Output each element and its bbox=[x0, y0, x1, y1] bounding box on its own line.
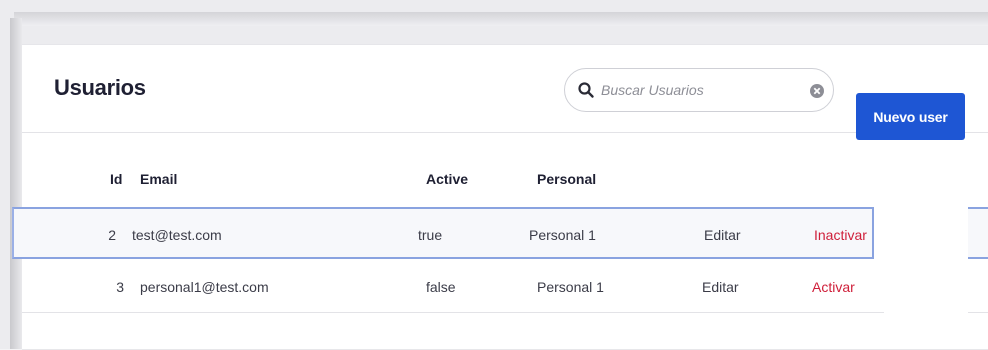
new-user-button[interactable]: Nuevo user bbox=[856, 93, 965, 140]
table-row-extension bbox=[968, 261, 988, 313]
search-box[interactable] bbox=[564, 68, 834, 112]
panel-header: Usuarios bbox=[22, 45, 988, 133]
table-header: Id Email Active Personal bbox=[22, 159, 988, 199]
screenshot-frame: Usuarios Nuevo user Id Email Active Pers… bbox=[0, 0, 988, 350]
users-panel: Usuarios Nuevo user Id Email Active Pers… bbox=[12, 44, 988, 350]
deactivate-link[interactable]: Inactivar bbox=[814, 209, 867, 261]
column-header-active: Active bbox=[426, 171, 469, 187]
row-email: test@test.com bbox=[132, 227, 222, 243]
activate-link[interactable]: Activar bbox=[812, 261, 855, 313]
column-header-id: Id bbox=[110, 171, 123, 187]
row-personal: Personal 1 bbox=[537, 279, 604, 295]
frame-top-edge bbox=[14, 12, 988, 26]
search-icon bbox=[578, 82, 594, 98]
row-active: true bbox=[418, 227, 443, 243]
frame-left-edge bbox=[10, 18, 22, 349]
table-row[interactable]: 3 personal1@test.com false Personal 1 Ed… bbox=[22, 261, 884, 313]
row-personal: Personal 1 bbox=[529, 227, 596, 243]
table-row[interactable]: 2 test@test.com true Personal 1 Editar I… bbox=[12, 207, 874, 259]
search-input[interactable] bbox=[601, 79, 801, 101]
table-gap bbox=[884, 195, 968, 325]
row-id: 2 bbox=[108, 227, 116, 243]
clear-icon[interactable] bbox=[809, 83, 825, 99]
table-row-extension bbox=[968, 207, 988, 259]
edit-link[interactable]: Editar bbox=[702, 261, 739, 313]
column-header-personal: Personal bbox=[537, 171, 597, 187]
page-title: Usuarios bbox=[54, 75, 146, 100]
edit-link[interactable]: Editar bbox=[704, 209, 741, 261]
column-header-email: Email bbox=[140, 171, 178, 187]
row-id: 3 bbox=[116, 279, 124, 295]
row-active: false bbox=[426, 279, 456, 295]
row-email: personal1@test.com bbox=[140, 279, 269, 295]
